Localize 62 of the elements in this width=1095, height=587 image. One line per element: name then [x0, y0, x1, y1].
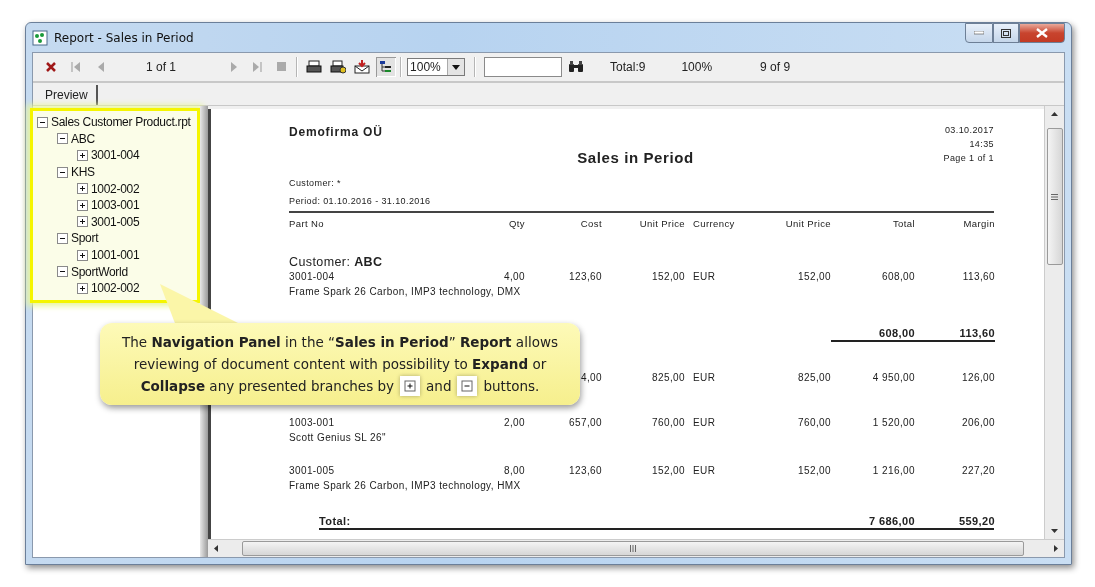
table-cell: 1 520,00: [872, 417, 915, 428]
table-cell-text: EUR: [692, 417, 716, 428]
total-count: Total:9: [610, 60, 646, 74]
table-cell: 1003-001: [289, 417, 335, 428]
table-cell-text: EUR: [692, 372, 716, 383]
table-cell: 113,60: [962, 271, 995, 282]
page-number: Page 1 of 1: [943, 152, 994, 165]
window-title: Report - Sales in Period: [54, 30, 194, 45]
item-description: Frame Spark 26 Carbon, IMP3 technology, HMX: [289, 480, 521, 491]
column-header: Currency: [692, 218, 735, 229]
table-cell: 3001-005: [289, 465, 335, 476]
table-cell: 8,00: [503, 465, 525, 476]
table-cell: 760,00: [798, 417, 831, 428]
column-header: Unit Price: [639, 218, 685, 229]
customer-filter: Customer: *: [289, 178, 341, 188]
table-cell: 2,00: [503, 417, 525, 428]
column-header: Unit Price: [785, 218, 831, 229]
table-cell: 152,00: [652, 465, 685, 476]
column-header: Part No: [289, 218, 324, 229]
table-cell: 4,00: [580, 372, 602, 383]
table-cell: 206,00: [962, 417, 995, 428]
table-cell: 760,00: [652, 417, 685, 428]
subtotal-cell: 608,00: [831, 327, 915, 342]
table-cell: 227,20: [962, 465, 995, 476]
table-cell: 126,00: [962, 372, 995, 383]
table-cell: 123,60: [569, 271, 602, 282]
item-description: Frame Spark 26 Carbon, IMP3 technology, DMX: [289, 286, 521, 297]
report-date: 03.10.2017: [944, 124, 994, 137]
zoom-reading: 100%: [681, 60, 713, 74]
item-description: Scott Genius SL 26": [289, 432, 386, 443]
total-label: Total:: [319, 515, 351, 527]
subtotal-cell: 113,60: [915, 327, 995, 342]
company-name: Demofirma OÜ: [289, 125, 383, 141]
table-cell: 4 950,00: [872, 372, 915, 383]
table-cell: 657,00: [569, 417, 602, 428]
group-heading: Customer: ABC: [289, 255, 383, 269]
callout-text: and: [426, 377, 452, 396]
period-filter: Period: 01.10.2016 - 31.10.2016: [289, 196, 431, 206]
table-cell-text: EUR: [692, 271, 716, 282]
table-cell: 123,60: [569, 465, 602, 476]
table-cell: 608,00: [882, 271, 915, 282]
column-header: Cost: [580, 218, 602, 229]
table-cell: 825,00: [798, 372, 831, 383]
column-header: Qty: [509, 218, 525, 229]
table-cell: 152,00: [652, 271, 685, 282]
table-cell: 4,00: [503, 271, 525, 282]
report-title: Sales in Period: [577, 149, 694, 166]
table-cell: 825,00: [652, 372, 685, 383]
table-cell: 152,00: [798, 271, 831, 282]
total-cell: 7 686,00: [868, 515, 915, 527]
callout-text: Collapse any presented branches by: [140, 377, 395, 396]
callout-text: buttons.: [483, 377, 540, 396]
column-header: Margin: [963, 218, 995, 229]
table-cell: 152,00: [798, 465, 831, 476]
total-cell: 559,20: [958, 515, 995, 527]
table-cell: 3001-004: [289, 271, 335, 282]
column-header: Total: [892, 218, 915, 229]
table-cell: 1 216,00: [872, 465, 915, 476]
report-time: 14:35: [969, 138, 994, 151]
record-count: 9 of 9: [760, 60, 791, 74]
page-indicator: 1 of 1: [146, 60, 177, 74]
table-cell-text: EUR: [692, 465, 716, 476]
